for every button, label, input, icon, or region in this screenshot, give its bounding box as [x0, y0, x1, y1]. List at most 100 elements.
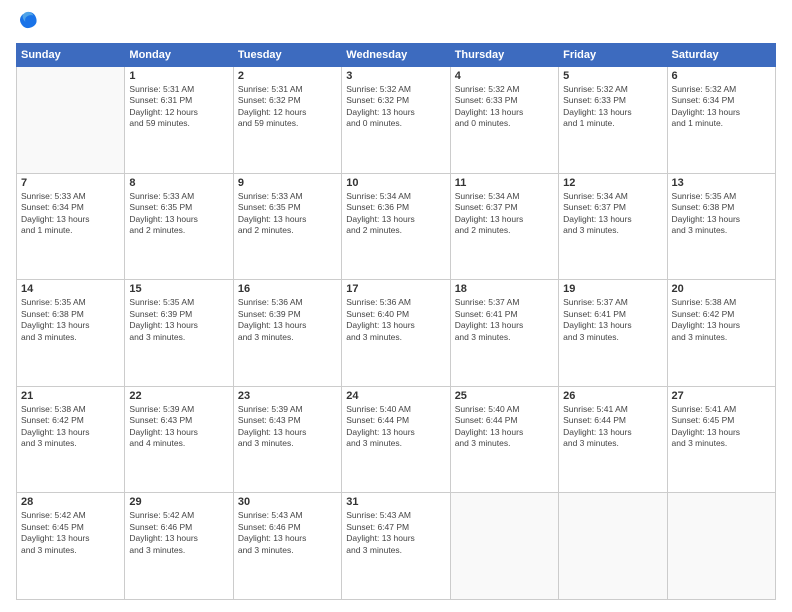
day-number: 19 [563, 283, 662, 295]
calendar-week-row: 1 Sunrise: 5:31 AM Sunset: 6:31 PM Daylig… [17, 67, 776, 174]
calendar-day-header: Friday [559, 44, 667, 67]
day-info: Sunrise: 5:38 AM Sunset: 6:42 PM Dayligh… [21, 404, 120, 450]
calendar-cell: 5Sunrise: 5:32 AM Sunset: 6:33 PM Daylig… [559, 67, 667, 174]
day-number: 18 [455, 283, 554, 295]
calendar-cell: 18Sunrise: 5:37 AM Sunset: 6:41 PM Dayli… [450, 280, 558, 387]
day-number: 2 [238, 70, 337, 82]
day-number: 17 [346, 283, 445, 295]
day-info: Sunrise: 5:31 AM Sunset: 6:31 PM Dayligh… [129, 84, 228, 130]
day-number: 29 [129, 496, 228, 508]
day-info: Sunrise: 5:32 AM Sunset: 6:33 PM Dayligh… [455, 84, 554, 130]
calendar-cell: 2 Sunrise: 5:31 AM Sunset: 6:32 PM Daylig… [233, 67, 341, 174]
day-number: 5 [563, 70, 662, 82]
calendar-cell: 22Sunrise: 5:39 AM Sunset: 6:43 PM Dayli… [125, 386, 233, 493]
page: SundayMondayTuesdayWednesdayThursdayFrid… [0, 0, 792, 612]
calendar-table: SundayMondayTuesdayWednesdayThursdayFrid… [16, 43, 776, 600]
calendar-cell: 31 Sunrise: 5:43 AM Sunset: 6:47 PM Dayli… [342, 493, 450, 600]
calendar-cell: 16 Sunrise: 5:36 AM Sunset: 6:39 PM Dayli… [233, 280, 341, 387]
day-info: Sunrise: 5:40 AM Sunset: 6:44 PM Dayligh… [346, 404, 445, 450]
calendar-cell: 14 Sunrise: 5:35 AM Sunset: 6:38 PM Dayli… [17, 280, 125, 387]
calendar-day-header: Sunday [17, 44, 125, 67]
day-number: 14 [21, 283, 120, 295]
calendar-cell [17, 67, 125, 174]
day-info: Sunrise: 5:32 AM Sunset: 6:32 PM Dayligh… [346, 84, 445, 130]
calendar-cell: 13Sunrise: 5:35 AM Sunset: 6:38 PM Dayli… [667, 173, 775, 280]
day-info: Sunrise: 5:42 AM Sunset: 6:46 PM Dayligh… [129, 510, 228, 556]
calendar-day-header: Saturday [667, 44, 775, 67]
day-info: Sunrise: 5:42 AM Sunset: 6:45 PM Dayligh… [21, 510, 120, 556]
calendar-cell: 6Sunrise: 5:32 AM Sunset: 6:34 PM Daylig… [667, 67, 775, 174]
day-info: Sunrise: 5:37 AM Sunset: 6:41 PM Dayligh… [563, 297, 662, 343]
day-info: Sunrise: 5:41 AM Sunset: 6:45 PM Dayligh… [672, 404, 771, 450]
day-number: 23 [238, 390, 337, 402]
day-number: 24 [346, 390, 445, 402]
calendar-cell: 21Sunrise: 5:38 AM Sunset: 6:42 PM Dayli… [17, 386, 125, 493]
calendar-cell: 7 Sunrise: 5:33 AM Sunset: 6:34 PM Daylig… [17, 173, 125, 280]
day-number: 9 [238, 177, 337, 189]
calendar-cell: 4 Sunrise: 5:32 AM Sunset: 6:33 PM Daylig… [450, 67, 558, 174]
day-number: 13 [672, 177, 771, 189]
day-info: Sunrise: 5:32 AM Sunset: 6:34 PM Dayligh… [672, 84, 771, 130]
day-number: 11 [455, 177, 554, 189]
header [16, 12, 776, 35]
calendar-cell: 1 Sunrise: 5:31 AM Sunset: 6:31 PM Daylig… [125, 67, 233, 174]
day-info: Sunrise: 5:34 AM Sunset: 6:36 PM Dayligh… [346, 191, 445, 237]
calendar-day-header: Tuesday [233, 44, 341, 67]
day-number: 27 [672, 390, 771, 402]
calendar-cell: 15 Sunrise: 5:35 AM Sunset: 6:39 PM Dayli… [125, 280, 233, 387]
day-info: Sunrise: 5:38 AM Sunset: 6:42 PM Dayligh… [672, 297, 771, 343]
day-info: Sunrise: 5:40 AM Sunset: 6:44 PM Dayligh… [455, 404, 554, 450]
calendar-cell [559, 493, 667, 600]
logo [16, 12, 38, 35]
calendar-cell: 29 Sunrise: 5:42 AM Sunset: 6:46 PM Dayli… [125, 493, 233, 600]
calendar-cell: 30 Sunrise: 5:43 AM Sunset: 6:46 PM Dayli… [233, 493, 341, 600]
day-number: 12 [563, 177, 662, 189]
day-number: 8 [129, 177, 228, 189]
day-info: Sunrise: 5:36 AM Sunset: 6:40 PM Dayligh… [346, 297, 445, 343]
day-info: Sunrise: 5:31 AM Sunset: 6:32 PM Dayligh… [238, 84, 337, 130]
calendar-cell: 25 Sunrise: 5:40 AM Sunset: 6:44 PM Dayli… [450, 386, 558, 493]
day-number: 26 [563, 390, 662, 402]
calendar-day-header: Thursday [450, 44, 558, 67]
day-number: 30 [238, 496, 337, 508]
day-number: 10 [346, 177, 445, 189]
day-info: Sunrise: 5:34 AM Sunset: 6:37 PM Dayligh… [455, 191, 554, 237]
day-number: 1 [129, 70, 228, 82]
calendar-cell: 12 Sunrise: 5:34 AM Sunset: 6:37 PM Dayli… [559, 173, 667, 280]
calendar-day-header: Wednesday [342, 44, 450, 67]
calendar-cell: 3 Sunrise: 5:32 AM Sunset: 6:32 PM Daylig… [342, 67, 450, 174]
logo-icon [18, 10, 38, 30]
day-info: Sunrise: 5:34 AM Sunset: 6:37 PM Dayligh… [563, 191, 662, 237]
day-info: Sunrise: 5:33 AM Sunset: 6:34 PM Dayligh… [21, 191, 120, 237]
day-number: 16 [238, 283, 337, 295]
calendar-cell: 8 Sunrise: 5:33 AM Sunset: 6:35 PM Daylig… [125, 173, 233, 280]
day-info: Sunrise: 5:39 AM Sunset: 6:43 PM Dayligh… [238, 404, 337, 450]
day-number: 7 [21, 177, 120, 189]
calendar-cell: 23 Sunrise: 5:39 AM Sunset: 6:43 PM Dayli… [233, 386, 341, 493]
day-info: Sunrise: 5:43 AM Sunset: 6:46 PM Dayligh… [238, 510, 337, 556]
calendar-cell: 19 Sunrise: 5:37 AM Sunset: 6:41 PM Dayli… [559, 280, 667, 387]
calendar-cell: 27 Sunrise: 5:41 AM Sunset: 6:45 PM Dayli… [667, 386, 775, 493]
day-number: 4 [455, 70, 554, 82]
day-info: Sunrise: 5:35 AM Sunset: 6:38 PM Dayligh… [21, 297, 120, 343]
day-number: 25 [455, 390, 554, 402]
day-number: 31 [346, 496, 445, 508]
day-info: Sunrise: 5:36 AM Sunset: 6:39 PM Dayligh… [238, 297, 337, 343]
day-info: Sunrise: 5:43 AM Sunset: 6:47 PM Dayligh… [346, 510, 445, 556]
calendar-cell: 26Sunrise: 5:41 AM Sunset: 6:44 PM Dayli… [559, 386, 667, 493]
day-number: 3 [346, 70, 445, 82]
calendar-cell: 9Sunrise: 5:33 AM Sunset: 6:35 PM Daylig… [233, 173, 341, 280]
calendar-cell: 17 Sunrise: 5:36 AM Sunset: 6:40 PM Dayli… [342, 280, 450, 387]
calendar-header-row: SundayMondayTuesdayWednesdayThursdayFrid… [17, 44, 776, 67]
day-number: 15 [129, 283, 228, 295]
day-number: 20 [672, 283, 771, 295]
day-info: Sunrise: 5:33 AM Sunset: 6:35 PM Dayligh… [129, 191, 228, 237]
day-info: Sunrise: 5:39 AM Sunset: 6:43 PM Dayligh… [129, 404, 228, 450]
day-info: Sunrise: 5:35 AM Sunset: 6:39 PM Dayligh… [129, 297, 228, 343]
calendar-cell: 24 Sunrise: 5:40 AM Sunset: 6:44 PM Dayli… [342, 386, 450, 493]
calendar-cell: 20 Sunrise: 5:38 AM Sunset: 6:42 PM Dayli… [667, 280, 775, 387]
calendar-week-row: 7 Sunrise: 5:33 AM Sunset: 6:34 PM Daylig… [17, 173, 776, 280]
calendar-week-row: 14 Sunrise: 5:35 AM Sunset: 6:38 PM Dayli… [17, 280, 776, 387]
calendar-cell [450, 493, 558, 600]
day-number: 28 [21, 496, 120, 508]
